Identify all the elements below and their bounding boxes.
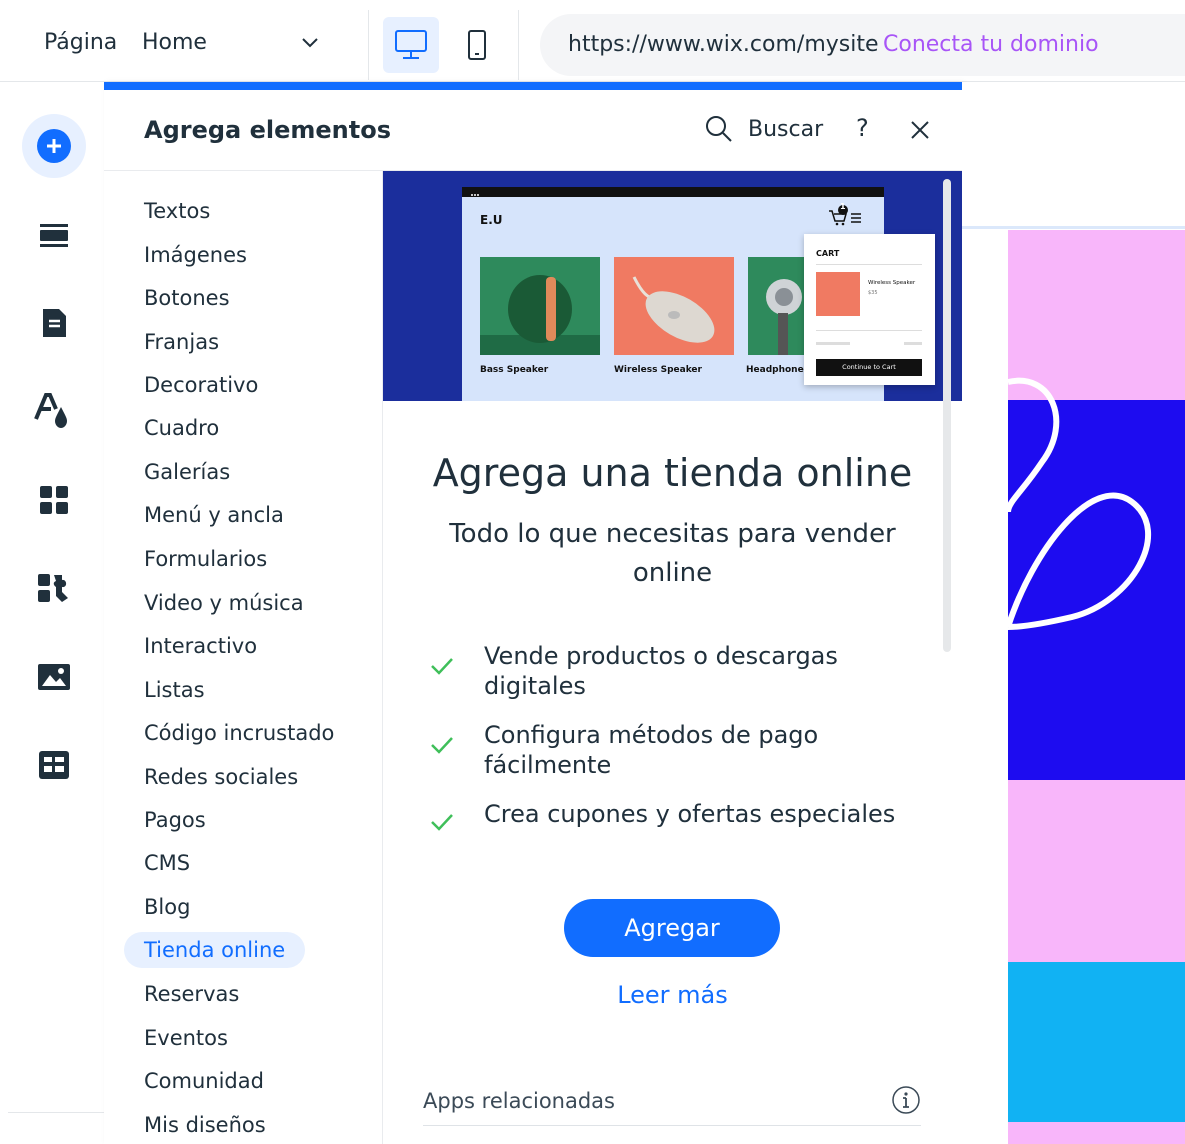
panel-scrollbar[interactable] [943,179,951,652]
cart-title: CART [816,249,840,258]
promo-title: Agrega una tienda online [432,451,913,495]
category-item[interactable]: Comunidad [144,1069,264,1093]
store-preview-image: E.U 1 Bass Speaker Wireless Speaker Head… [383,171,962,401]
product-image-wireless-speaker [614,257,734,355]
pages-icon [43,309,66,337]
category-item[interactable]: Listas [144,678,205,702]
design-button[interactable] [22,379,86,443]
category-item[interactable]: Cuadro [144,416,219,440]
apps-icon [40,486,68,514]
cart-item-name: Wireless Speaker [868,280,916,286]
mock-cart-popup: CART Wireless Speaker $35 Continue to Ca… [804,234,935,385]
mobile-view-button[interactable] [452,17,502,73]
cart-continue-button: Continue to Cart [816,359,922,376]
divider [816,264,922,265]
product-image-bass-speaker [480,257,600,355]
mockup-brand: E.U [480,213,503,227]
category-item[interactable]: Redes sociales [144,765,298,789]
divider [8,1112,104,1113]
category-item[interactable]: Blog [144,895,190,919]
check-icon [431,658,453,675]
page-selector[interactable]: Home [130,10,340,72]
desktop-icon [395,30,427,59]
add-elements-button[interactable] [22,114,86,178]
category-item[interactable]: Franjas [144,330,219,354]
panel-title: Agrega elementos [144,116,391,144]
cart-item-price: $35 [868,290,878,296]
help-button[interactable]: ? [856,114,869,142]
learn-more-link[interactable]: Leer más [383,981,962,1009]
business-apps-icon [38,574,68,602]
feature-text: Vende productos o descargas digitales [484,642,838,700]
category-item[interactable]: Eventos [144,1026,228,1050]
divider [368,10,369,80]
category-item[interactable]: Código incrustado [144,721,334,745]
category-item[interactable]: Video y música [144,591,304,615]
media-button[interactable] [22,645,86,709]
category-item[interactable]: Reservas [144,982,239,1006]
design-icon [34,393,67,428]
category-list: Textos Imágenes Botones Franjas Decorati… [104,171,383,1144]
category-item[interactable]: Interactivo [144,634,257,658]
connect-domain-link[interactable]: Conecta tu dominio [883,32,1099,57]
cart-item-thumbnail [816,272,860,316]
product-label: Bass Speaker [480,365,549,375]
add-elements-panel: Agrega elementos Buscar ? Textos Imágene… [104,82,962,1144]
check-icon [431,814,453,831]
left-toolbar [0,82,104,1144]
site-url-bar: https://www.wix.com/mysite Conecta tu do… [540,14,1185,76]
search-button[interactable]: Buscar [748,117,823,142]
page-label: Página [44,30,118,55]
promo-subtitle: Todo lo que necesitas para vender online [449,519,896,588]
chevron-down-icon [302,38,318,48]
category-content: E.U 1 Bass Speaker Wireless Speaker Head… [383,171,962,1144]
mobile-icon [468,30,486,60]
category-item[interactable]: Formularios [144,547,267,571]
feature-text: Configura métodos de pago fácilmente [484,721,819,779]
pages-button[interactable] [22,291,86,355]
info-icon[interactable] [891,1085,921,1115]
business-apps-button[interactable] [22,556,86,620]
media-icon [38,664,70,690]
search-icon[interactable] [704,114,734,144]
editor-topbar: Página Home https://www.wix.com/mysite C… [0,0,1185,82]
add-icon [37,129,71,163]
cart-subtotal-placeholder [904,342,922,345]
add-store-button[interactable]: Agregar [564,899,780,957]
category-item[interactable]: Mis diseños [144,1113,266,1137]
divider [423,1125,921,1126]
mockup-browser-bar [462,187,884,197]
page-selector-value: Home [142,30,207,55]
category-item[interactable]: Pagos [144,808,206,832]
canvas-artwork [962,82,1185,1144]
category-item[interactable]: Botones [144,286,230,310]
category-item[interactable]: Menú y ancla [144,503,284,527]
cms-button[interactable] [22,733,86,797]
panel-accent-bar [104,82,962,90]
category-item[interactable]: Imágenes [144,243,247,267]
cart-subtotal-placeholder [816,342,850,345]
divider [518,10,519,80]
product-label: Headphones [746,365,810,375]
feature-text: Crea cupones y ofertas especiales [484,800,896,828]
check-icon [431,737,453,754]
related-apps-heading: Apps relacionadas [423,1089,615,1113]
close-icon[interactable] [908,118,932,142]
desktop-view-button[interactable] [383,17,439,73]
category-item[interactable]: Textos [144,199,210,223]
apps-button[interactable] [22,468,86,532]
cms-icon [39,751,69,779]
product-image-headphones [748,257,806,355]
site-url: https://www.wix.com/mysite [568,32,879,57]
product-label: Wireless Speaker [614,365,702,375]
category-item[interactable]: Galerías [144,460,230,484]
category-item[interactable]: Decorativo [144,373,258,397]
sections-icon [40,224,68,247]
sections-button[interactable] [22,203,86,267]
divider [816,330,922,331]
category-item[interactable]: CMS [144,851,190,875]
category-item-active[interactable]: Tienda online [124,932,306,968]
cart-count-badge: 1 [840,202,846,211]
